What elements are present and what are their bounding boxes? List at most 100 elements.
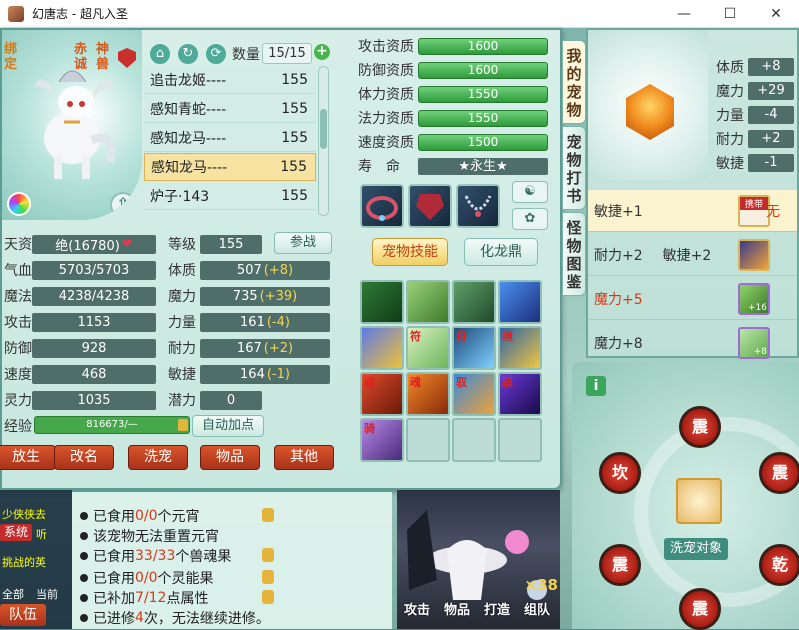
color-wheel-icon[interactable] bbox=[7, 192, 31, 216]
team-channel-button[interactable]: 队伍 bbox=[0, 604, 46, 626]
pet-list-scrollbar[interactable] bbox=[318, 66, 329, 216]
trigram-seal-west[interactable]: 坎 bbox=[599, 452, 641, 494]
skill-slot-empty[interactable] bbox=[452, 418, 496, 462]
mofa-value: 4238/4238 bbox=[32, 286, 156, 306]
skill-mark: 符 bbox=[456, 330, 467, 343]
bonus-row[interactable]: 魔力+8 +8 bbox=[588, 322, 797, 364]
items-button[interactable]: 物品 bbox=[200, 445, 260, 470]
tab-pet-books[interactable]: 宠物打书 bbox=[562, 126, 586, 210]
equip-slot-armor[interactable] bbox=[408, 184, 452, 228]
info-hint-icon[interactable] bbox=[262, 590, 274, 604]
trigram-seal-southwest[interactable]: 震 bbox=[599, 544, 641, 586]
info-hint-icon[interactable] bbox=[262, 570, 274, 584]
minimize-button[interactable]: — bbox=[661, 0, 707, 28]
tab-monster-guide[interactable]: 怪物图鉴 bbox=[562, 212, 586, 296]
bonus-item-icon[interactable] bbox=[738, 239, 770, 271]
bonus-potion-icon[interactable]: +16 bbox=[738, 283, 770, 315]
info-num: 0/0 bbox=[135, 570, 158, 586]
refresh-icon[interactable]: ↻ bbox=[176, 42, 200, 66]
chat-channel-current[interactable]: 当前 bbox=[36, 586, 58, 602]
skill-slot-empty[interactable] bbox=[406, 418, 450, 462]
info-hint-icon[interactable] bbox=[262, 508, 274, 522]
skill-slot[interactable]: 魂 bbox=[406, 372, 450, 416]
game-scene[interactable]: ×38 攻击 物品 打造 组队 bbox=[397, 490, 560, 629]
maximize-button[interactable]: ☐ bbox=[707, 0, 753, 28]
bonus-row[interactable]: 敏捷+1 携带 无 bbox=[588, 190, 797, 232]
qixue-label: 气血 bbox=[4, 263, 32, 279]
wash-target-button[interactable]: 洗宠对象 bbox=[664, 538, 728, 560]
tianzi-text: 绝(16780) bbox=[55, 238, 120, 254]
trigram-seal-southeast[interactable]: 乾 bbox=[759, 544, 799, 586]
minjie-label: 敏捷 bbox=[168, 367, 196, 383]
speed-aptitude-label: 速度资质 bbox=[358, 135, 414, 151]
skill-slot-empty[interactable] bbox=[498, 418, 542, 462]
bullet-icon bbox=[80, 594, 88, 602]
attr-label: 力量 bbox=[716, 108, 744, 124]
experience-bar: 816673/— bbox=[34, 416, 190, 434]
paw-button[interactable]: ✿ bbox=[512, 208, 548, 230]
arrow-up-button[interactable]: ⇧ bbox=[110, 192, 136, 218]
trigram-seal-south[interactable]: 震 bbox=[679, 588, 721, 630]
skill-slot[interactable] bbox=[452, 280, 496, 324]
info-line: 该宠物无法重置元宵 bbox=[80, 526, 219, 546]
forge-button[interactable]: 打造 bbox=[479, 599, 515, 625]
pet-level: 155 bbox=[281, 71, 308, 88]
skill-slot[interactable]: 符 bbox=[452, 326, 496, 370]
attack-button[interactable]: 攻击 bbox=[399, 599, 435, 625]
tizhi-value: 507 (+8) bbox=[200, 260, 330, 280]
skill-slot[interactable]: 驭 bbox=[452, 372, 496, 416]
bullet-icon bbox=[80, 532, 88, 540]
skill-slot[interactable]: 驭 bbox=[498, 372, 542, 416]
home-icon[interactable]: ⌂ bbox=[148, 42, 172, 66]
info-hint-icon[interactable] bbox=[262, 548, 274, 562]
pet-list-item[interactable]: 追击龙姬---- 155 bbox=[144, 66, 316, 94]
app-icon bbox=[8, 5, 24, 22]
skill-slot[interactable] bbox=[498, 280, 542, 324]
tianzi-label: 天资 bbox=[4, 237, 32, 253]
release-button[interactable]: 放生 bbox=[0, 445, 56, 470]
mofa-label: 魔法 bbox=[4, 289, 32, 305]
tab-my-pets[interactable]: 我的宠物 bbox=[562, 40, 586, 124]
pet-list-item-selected[interactable]: 感知龙马---- 155 bbox=[144, 153, 316, 181]
bonus-row[interactable]: 耐力+2 敏捷+2 bbox=[588, 234, 797, 276]
pet-level: 155 bbox=[281, 100, 308, 117]
auto-points-button[interactable]: 自动加点 bbox=[192, 415, 264, 437]
skill-slot[interactable] bbox=[360, 280, 404, 324]
pet-list-item[interactable]: 炉子·143 155 bbox=[144, 182, 316, 210]
team-up-button[interactable]: 组队 bbox=[519, 599, 555, 625]
shield-icon[interactable] bbox=[118, 48, 136, 68]
trigram-seal-east[interactable]: 震 bbox=[759, 452, 799, 494]
rename-button[interactable]: 改名 bbox=[54, 445, 114, 470]
skill-slot[interactable]: 魂 bbox=[360, 372, 404, 416]
scene-items-button[interactable]: 物品 bbox=[439, 599, 475, 625]
pet-level: 155 bbox=[281, 187, 308, 204]
skill-slot[interactable] bbox=[360, 326, 404, 370]
trigram-seal-north[interactable]: 震 bbox=[679, 406, 721, 448]
pet-list-item[interactable]: 感知龙马---- 155 bbox=[144, 124, 316, 152]
bonus-potion-icon[interactable]: +8 bbox=[738, 327, 770, 359]
wash-target-avatar[interactable] bbox=[676, 478, 722, 524]
bonus-text: 魔力+5 bbox=[594, 291, 643, 308]
info-icon[interactable]: i bbox=[586, 376, 606, 396]
other-button[interactable]: 其他 bbox=[274, 445, 334, 470]
swap-icon[interactable]: ⟳ bbox=[204, 42, 228, 66]
add-slot-button[interactable]: + bbox=[314, 44, 330, 60]
wash-pet-button[interactable]: 洗宠 bbox=[128, 445, 188, 470]
skill-slot[interactable]: 境 bbox=[498, 326, 542, 370]
equip-slot-collar[interactable] bbox=[360, 184, 404, 228]
attr-value: -1 bbox=[748, 154, 794, 172]
tab-pet-skills[interactable]: 宠物技能 bbox=[372, 238, 448, 266]
close-button[interactable]: ✕ bbox=[753, 0, 799, 28]
battle-button[interactable]: 参战 bbox=[274, 232, 332, 254]
scroll-thumb[interactable] bbox=[320, 109, 327, 149]
bonus-row[interactable]: 魔力+5 +16 bbox=[588, 278, 797, 320]
skill-slot[interactable]: 符 bbox=[406, 326, 450, 370]
yin-yang-button[interactable]: ☯ bbox=[512, 181, 548, 203]
skill-slot[interactable] bbox=[406, 280, 450, 324]
chat-channel-all[interactable]: 全部 bbox=[2, 586, 24, 602]
equip-slot-chain[interactable] bbox=[456, 184, 500, 228]
tab-hualong-cauldron[interactable]: 化龙鼎 bbox=[464, 238, 538, 266]
pet-name: 追击龙姬---- bbox=[150, 72, 227, 89]
skill-slot[interactable]: 骑 bbox=[360, 418, 404, 462]
pet-list-item[interactable]: 感知青蛇---- 155 bbox=[144, 95, 316, 123]
